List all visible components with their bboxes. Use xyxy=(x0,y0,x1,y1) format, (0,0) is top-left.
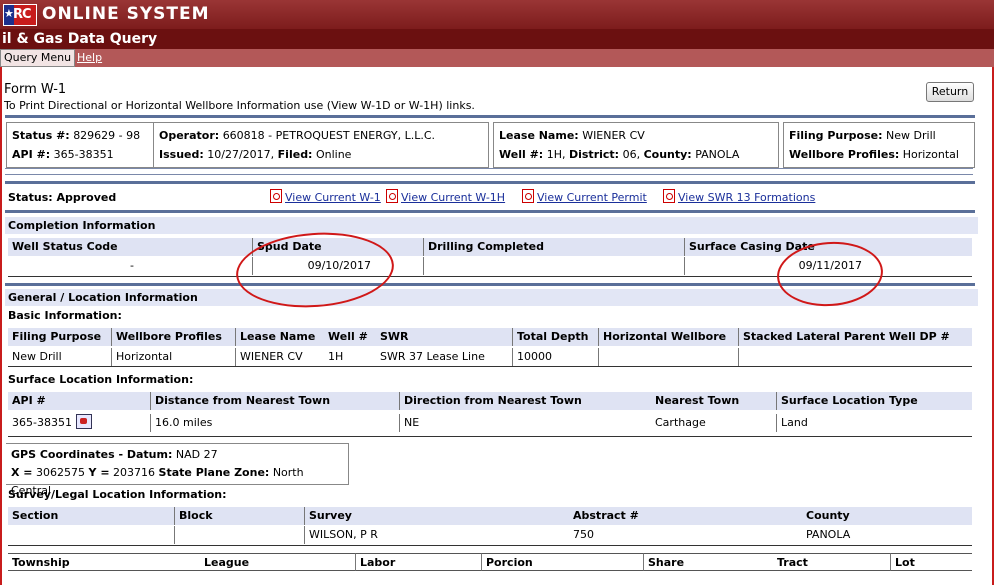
col-tract: Tract xyxy=(773,553,890,571)
col-share: Share xyxy=(643,553,773,571)
pdf-icon xyxy=(663,189,675,203)
col-lot: Lot xyxy=(890,553,972,571)
col-swr: SWR xyxy=(376,328,512,346)
surface-location-type-value: Land xyxy=(776,414,972,432)
total-depth-value: 10000 xyxy=(512,348,598,366)
completion-section-title: Completion Information xyxy=(5,217,978,234)
drilling-completed-value xyxy=(423,257,684,275)
county-value: PANOLA xyxy=(806,528,851,541)
pdf-icon xyxy=(522,189,534,203)
gps-coordinates-box: GPS Coordinates - Datum: NAD 27 X = 3062… xyxy=(6,443,349,497)
col-porcion: Porcion xyxy=(481,553,643,571)
approval-status: Status: Approved xyxy=(8,191,117,204)
abstract-value: 750 xyxy=(573,528,594,541)
col-well-number: Well # xyxy=(324,328,376,346)
menu-bar: Query Menu Help xyxy=(0,49,994,67)
view-current-w1h-link[interactable]: View Current W-1H xyxy=(386,189,505,204)
section-value xyxy=(8,526,174,544)
survey-value: WILSON, P R xyxy=(304,526,569,544)
block-value xyxy=(174,526,304,544)
lease-box: Lease Name: WIENER CV Well #: 1H, Distri… xyxy=(493,122,779,168)
col-well-status-code: Well Status Code xyxy=(8,238,252,256)
col-section: Section xyxy=(8,507,174,525)
col-block: Block xyxy=(174,507,304,525)
basic-info-title: Basic Information: xyxy=(8,309,122,322)
app-header: ★ RC ONLINE SYSTEM xyxy=(0,0,994,30)
col-total-depth: Total Depth xyxy=(512,328,598,346)
operator-box: Operator: 660818 - PETROQUEST ENERGY, L.… xyxy=(153,122,489,168)
divider xyxy=(5,115,975,118)
gis-map-icon[interactable] xyxy=(75,414,92,429)
swr-value: SWR 37 Lease Line xyxy=(380,350,485,363)
api-value: 365-38351 xyxy=(12,416,72,429)
filing-purpose-value: New Drill xyxy=(12,350,62,363)
return-button[interactable]: Return xyxy=(926,82,974,102)
query-menu-button[interactable]: Query Menu xyxy=(0,49,76,67)
horizontal-wellbore-value xyxy=(598,348,738,366)
col-direction: Direction from Nearest Town xyxy=(399,392,651,410)
filing-box: Filing Purpose: New Drill Wellbore Profi… xyxy=(783,122,975,168)
distance-value: 16.0 miles xyxy=(150,414,399,432)
col-horizontal-wellbore: Horizontal Wellbore xyxy=(598,328,738,346)
frame-border-left xyxy=(0,67,2,585)
col-filing-purpose: Filing Purpose xyxy=(8,328,111,346)
col-wellbore-profiles: Wellbore Profiles xyxy=(111,328,235,346)
col-drilling-completed: Drilling Completed xyxy=(423,238,684,256)
col-stacked-lateral: Stacked Lateral Parent Well DP # xyxy=(738,328,972,346)
col-abstract: Abstract # xyxy=(569,507,802,525)
help-link[interactable]: Help xyxy=(74,50,105,66)
view-swr13-formations-link[interactable]: View SWR 13 Formations xyxy=(663,189,815,204)
well-status-code-value: - xyxy=(130,259,134,272)
stacked-lateral-value xyxy=(738,348,972,366)
wellbore-profiles-value: Horizontal xyxy=(111,348,235,366)
form-note: To Print Directional or Horizontal Wellb… xyxy=(4,99,475,112)
lease-name-value: WIENER CV xyxy=(235,348,324,366)
surface-location-title: Surface Location Information: xyxy=(8,373,194,386)
col-nearest-town: Nearest Town xyxy=(651,392,776,410)
status-box: Status #: 829629 - 98 API #: 365-38351 xyxy=(6,122,154,168)
system-title: ONLINE SYSTEM xyxy=(42,4,210,24)
pdf-icon xyxy=(270,189,282,203)
api-value-cell: 365-38351 xyxy=(8,414,150,436)
col-township: Township xyxy=(8,553,200,571)
col-surface-location-type: Surface Location Type xyxy=(776,392,972,410)
app-subtitle: il & Gas Data Query xyxy=(2,31,158,47)
col-county: County xyxy=(802,507,972,525)
direction-value: NE xyxy=(399,414,651,432)
well-number-value: 1H xyxy=(328,350,344,363)
nearest-town-value: Carthage xyxy=(655,416,706,429)
view-current-permit-link[interactable]: View Current Permit xyxy=(522,189,647,204)
col-survey: Survey xyxy=(304,507,569,525)
view-current-w1-link[interactable]: View Current W-1 xyxy=(270,189,381,204)
pdf-icon xyxy=(386,189,398,203)
survey-title: Survey/Legal Location Information: xyxy=(8,488,227,501)
col-labor: Labor xyxy=(355,553,481,571)
col-api: API # xyxy=(8,392,150,410)
col-league: League xyxy=(200,553,355,571)
form-title: Form W-1 xyxy=(4,82,67,97)
col-distance: Distance from Nearest Town xyxy=(150,392,399,410)
rrc-logo: ★ RC xyxy=(3,4,37,26)
app-subtitle-bar: il & Gas Data Query xyxy=(0,29,994,49)
col-lease-name: Lease Name xyxy=(235,328,324,346)
